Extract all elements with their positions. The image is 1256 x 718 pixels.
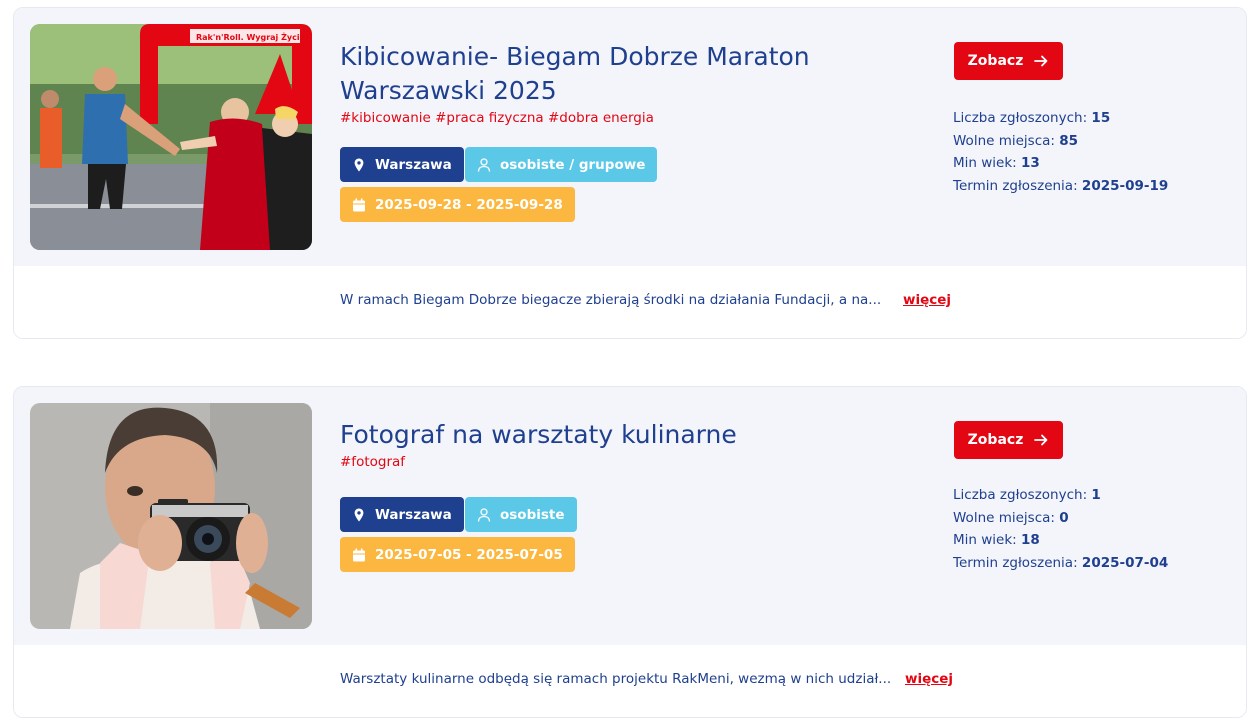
map-pin-icon (354, 508, 364, 521)
view-button-label: Zobacz (967, 432, 1024, 448)
more-link[interactable]: więcej (905, 671, 953, 687)
view-button-label: Zobacz (967, 53, 1024, 69)
type-label: osobiste (500, 506, 565, 523)
view-button[interactable]: Zobacz (954, 42, 1063, 80)
location-badge: Warszawa (340, 497, 464, 532)
photographer-photo-icon (30, 403, 312, 629)
event-card-footer: Warsztaty kulinarne odbędą się ramach pr… (14, 645, 1246, 717)
location-label: Warszawa (375, 156, 452, 173)
arrow-right-icon (1034, 434, 1048, 446)
location-badge: Warszawa (340, 147, 464, 182)
type-badge: osobiste / grupowe (465, 147, 658, 182)
stat-registered: Liczba zgłoszonych: 1 (953, 487, 1101, 503)
date-badge: 2025-07-05 - 2025-07-05 (340, 537, 575, 572)
calendar-icon (353, 548, 365, 561)
event-stats: Liczba zgłoszonych: 1 Wolne miejsca: 0 M… (953, 484, 1168, 574)
stat-min-age: Min wiek: 18 (953, 532, 1040, 548)
stat-registered: Liczba zgłoszonych: 15 (953, 110, 1111, 126)
event-tags: #fotograf (340, 454, 406, 470)
svg-text:Rak'n'Roll. Wygraj Życie!: Rak'n'Roll. Wygraj Życie! (196, 32, 309, 42)
event-stats: Liczba zgłoszonych: 15 Wolne miejsca: 85… (953, 107, 1168, 197)
event-image-photographer[interactable] (30, 403, 312, 629)
stat-free-slots: Wolne miejsca: 0 (953, 509, 1069, 526)
arrow-right-icon (1034, 55, 1048, 67)
event-description: Warsztaty kulinarne odbędą się ramach pr… (340, 671, 892, 687)
map-pin-icon (354, 158, 364, 171)
person-icon (477, 157, 491, 172)
type-label: osobiste / grupowe (500, 156, 646, 173)
stat-deadline: Termin zgłoszenia: 2025-07-04 (953, 554, 1169, 571)
event-card-footer: W ramach Biegam Dobrze biegacze zbierają… (14, 266, 1246, 338)
stat-deadline: Termin zgłoszenia: 2025-09-19 (953, 177, 1169, 194)
stat-min-age: Min wiek: 13 (953, 155, 1040, 171)
date-label: 2025-09-28 - 2025-09-28 (375, 196, 563, 213)
event-image-marathon[interactable]: Rak'n'Roll. Wygraj Życie! (30, 24, 312, 250)
more-link[interactable]: więcej (903, 292, 951, 308)
person-icon (477, 507, 491, 522)
event-card-header: Rak'n'Roll. Wygraj Życie! Kibicowanie- B… (14, 8, 1246, 266)
event-description: W ramach Biegam Dobrze biegacze zbierają… (340, 292, 882, 308)
event-card: Rak'n'Roll. Wygraj Życie! Kibicowanie- B… (13, 7, 1247, 339)
event-card: Fotograf na warsztaty kulinarne #fotogra… (13, 386, 1247, 718)
event-card-header: Fotograf na warsztaty kulinarne #fotogra… (14, 387, 1246, 645)
event-tags: #kibicowanie #praca fizyczna #dobra ener… (340, 110, 654, 126)
calendar-icon (353, 198, 365, 211)
location-label: Warszawa (375, 506, 452, 523)
type-badge: osobiste (465, 497, 577, 532)
marathon-photo-icon: Rak'n'Roll. Wygraj Życie! (30, 24, 312, 250)
stat-free-slots: Wolne miejsca: 85 (953, 132, 1079, 149)
event-title[interactable]: Fotograf na warsztaty kulinarne (340, 418, 900, 452)
date-badge: 2025-09-28 - 2025-09-28 (340, 187, 575, 222)
date-label: 2025-07-05 - 2025-07-05 (375, 546, 563, 563)
view-button[interactable]: Zobacz (954, 421, 1063, 459)
event-title[interactable]: Kibicowanie- Biegam Dobrze Maraton Warsz… (340, 40, 900, 108)
